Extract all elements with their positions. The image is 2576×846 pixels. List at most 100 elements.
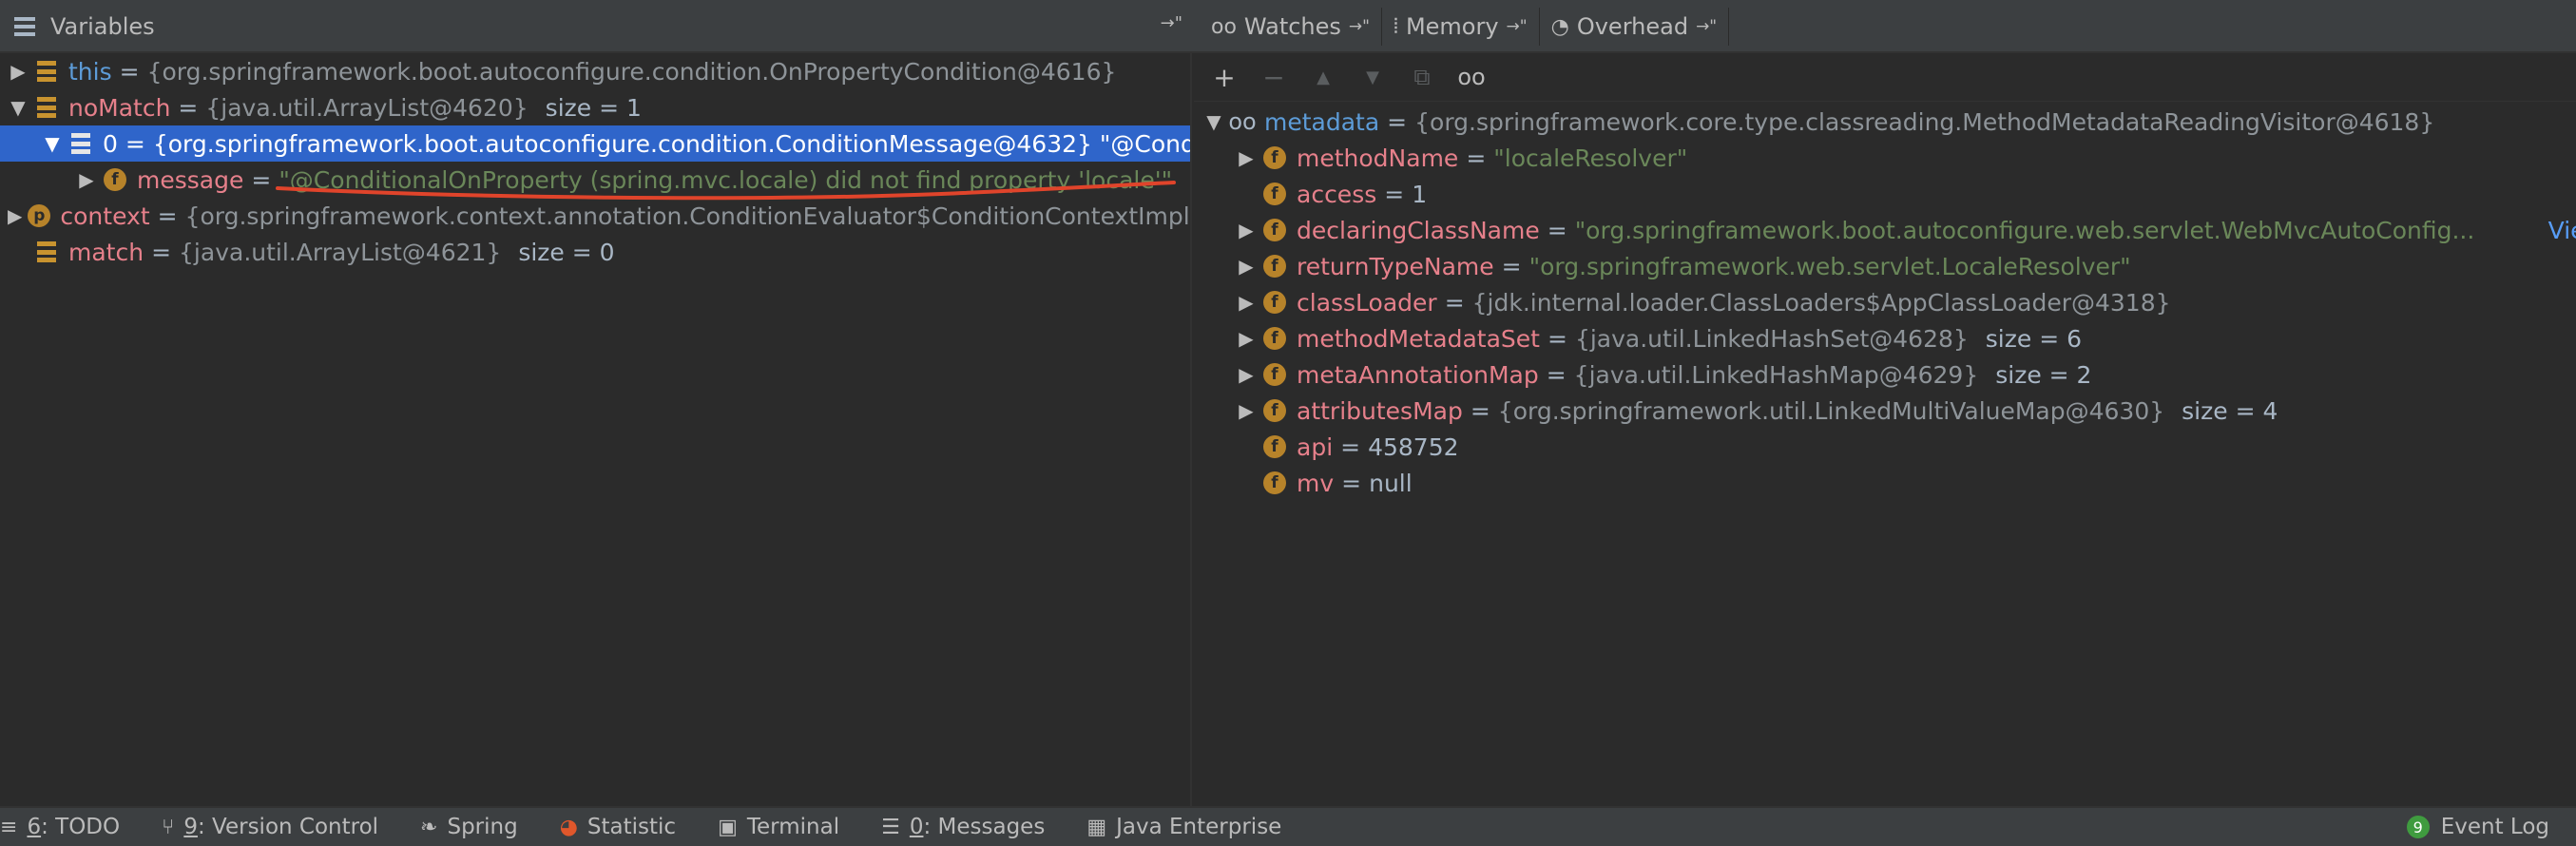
equals-sign: = [178,93,199,122]
parameter-icon: p [28,203,51,228]
watch-value: "localeResolver" [1493,144,1688,172]
equals-sign: = [1466,144,1487,172]
tab-watches[interactable]: oo Watches →" [1200,8,1382,46]
glasses-icon: oo [1211,14,1237,39]
list-field-icon [34,59,59,84]
variable-row-match[interactable]: ▶ match = {java.util.ArrayList@4621} siz… [0,234,1190,270]
expand-arrow-icon[interactable]: ▶ [1236,291,1257,314]
debugger-tabs: oo Watches →" ⦙ Memory →" ◔ Overhead →" [1200,8,1730,46]
expand-arrow-icon[interactable]: ▶ [1236,146,1257,169]
tab-memory[interactable]: ⦙ Memory →" [1382,8,1540,46]
messages-tool-button[interactable]: ☰ 0: Messages [881,815,1045,839]
debugger-header: Variables →" oo Watches →" ⦙ Memory →" ◔… [0,0,2576,53]
watch-name: declaringClassName [1297,216,1540,244]
duplicate-watch-button[interactable]: ⧉ [1403,58,1441,96]
move-down-button[interactable]: ▼ [1354,58,1392,96]
watch-name: metadata [1264,107,1380,136]
pin-icon[interactable]: →" [1696,17,1717,36]
watch-row-metadata[interactable]: ▼ oo metadata = {org.springframework.cor… [1194,104,2576,140]
equals-sign: = [1384,180,1405,208]
variable-size: size = 1 [545,93,642,122]
watch-name: methodName [1297,144,1459,172]
expand-arrow-icon[interactable]: ▶ [8,60,29,83]
watch-row-methodmetadataset[interactable]: ▶ f methodMetadataSet = {java.util.Linke… [1194,320,2576,356]
field-icon: f [1262,434,1287,459]
variable-row-nomatch[interactable]: ▼ noMatch = {java.util.ArrayList@4620} s… [0,89,1190,125]
tool-shortcut-number: 6 [27,815,42,839]
variable-row-context[interactable]: ▶ p context = {org.springframework.conte… [0,198,1190,234]
remove-watch-button[interactable]: − [1255,58,1293,96]
watch-value: {org.springframework.core.type.classread… [1414,107,2435,136]
variable-row-message[interactable]: ▶ f message = "@ConditionalOnProperty (s… [0,162,1190,198]
show-watches-button[interactable]: oo [1452,58,1490,96]
expand-arrow-icon[interactable]: ▶ [1236,219,1257,241]
spring-tool-button[interactable]: ❧ Spring [420,815,518,839]
watch-value: {java.util.LinkedHashMap@4629} [1573,360,1979,389]
watch-row-attributesmap[interactable]: ▶ f attributesMap = {org.springframework… [1194,393,2576,429]
variable-name: context [60,202,150,230]
pin-icon[interactable]: →" [1507,17,1528,36]
tab-overhead-label: Overhead [1576,13,1689,40]
add-watch-button[interactable]: + [1205,58,1243,96]
terminal-tool-button[interactable]: ▣ Terminal [718,815,839,839]
variable-name: 0 [103,129,118,158]
watch-row-classloader[interactable]: ▶ f classLoader = {jdk.internal.loader.C… [1194,284,2576,320]
watch-value: "org.springframework.web.servlet.LocaleR… [1528,252,2131,280]
java-enterprise-tool-button[interactable]: ▦ Java Enterprise [1086,815,1281,839]
event-log-button[interactable]: 9 Event Log [2406,808,2549,846]
hamburger-icon[interactable] [14,17,35,36]
variable-row-item-0[interactable]: ▼ 0 = {org.springframework.boot.autoconf… [0,125,1190,162]
pin-icon[interactable]: →" [1161,13,1182,33]
equals-sign: = [157,202,178,230]
list-icon: ≡ [0,815,18,839]
list-field-icon [34,240,59,264]
expand-arrow-icon[interactable]: ▶ [1236,255,1257,278]
watch-size: size = 6 [1985,324,2083,353]
equals-sign: = [1341,469,1362,497]
field-icon: f [1262,290,1287,315]
version-control-tool-button[interactable]: ⑂ 9: Version Control [162,815,378,839]
watch-row-api[interactable]: ▶ f api = 458752 [1194,429,2576,465]
variable-name: match [68,238,144,266]
view-link[interactable]: View [2548,217,2576,244]
watch-value: "org.springframework.boot.autoconfigure.… [1574,216,2475,244]
messages-icon: ☰ [881,815,900,839]
watch-row-metaannotationmap[interactable]: ▶ f metaAnnotationMap = {java.util.Linke… [1194,356,2576,393]
todo-tool-button[interactable]: ≡ 6: TODO [0,815,120,839]
collapse-arrow-icon[interactable]: ▼ [42,132,63,155]
equals-sign: = [119,57,140,86]
variables-title: Variables [50,13,155,40]
expand-arrow-icon[interactable]: ▶ [1236,327,1257,350]
tab-overhead[interactable]: ◔ Overhead →" [1539,8,1730,46]
expand-arrow-icon[interactable]: ▶ [1236,399,1257,422]
watch-row-access[interactable]: ▶ f access = 1 [1194,176,2576,212]
watch-row-methodname[interactable]: ▶ f methodName = "localeResolver" [1194,140,2576,176]
equals-sign: = [1444,288,1465,317]
watch-row-mv[interactable]: ▶ f mv = null [1194,465,2576,501]
move-up-button[interactable]: ▲ [1304,58,1342,96]
watch-row-returntypename[interactable]: ▶ f returnTypeName = "org.springframewor… [1194,248,2576,284]
java-enterprise-icon: ▦ [1086,815,1107,839]
equals-sign: = [125,129,145,158]
statistic-tool-button[interactable]: ◕ Statistic [560,815,676,839]
variable-value: {java.util.ArrayList@4620} [205,93,529,122]
branch-icon: ⑂ [162,815,175,839]
equals-sign: = [1501,252,1522,280]
collapse-arrow-icon[interactable]: ▼ [1203,110,1224,133]
watch-size: size = 2 [1995,360,2092,389]
tool-label: Statistic [586,815,677,839]
expand-arrow-icon[interactable]: ▶ [1236,363,1257,386]
watch-name: api [1297,433,1334,461]
field-icon: f [1262,145,1287,170]
event-log-label: Event Log [2440,815,2549,839]
expand-arrow-icon[interactable]: ▶ [8,204,22,227]
watch-row-declaringclassname[interactable]: ▶ f declaringClassName = "org.springfram… [1194,212,2576,248]
watch-name: access [1297,180,1377,208]
expand-arrow-icon[interactable]: ▶ [76,168,97,191]
list-field-icon [34,95,59,120]
watch-value: null [1369,469,1413,497]
collapse-arrow-icon[interactable]: ▼ [8,96,29,119]
pin-icon[interactable]: →" [1349,17,1370,36]
variable-row-this[interactable]: ▶ this = {org.springframework.boot.autoc… [0,53,1190,89]
gauge-icon: ◔ [1550,14,1569,39]
